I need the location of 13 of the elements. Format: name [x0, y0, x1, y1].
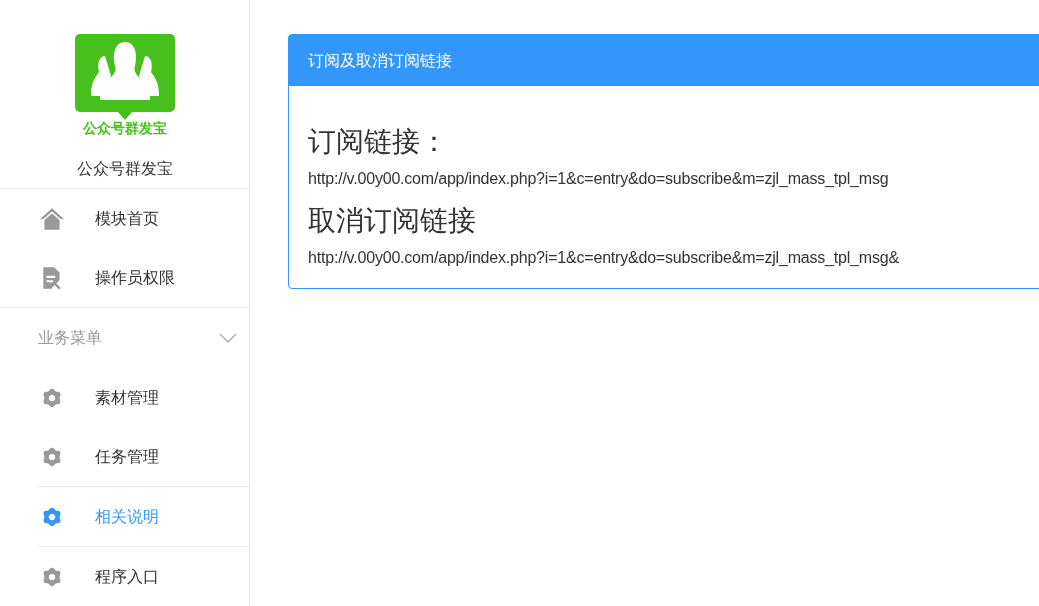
link-url: http://v.00y00.com/app/index.php?i=1&c=entry&do=subscribe&m=zjl_mass_tpl_msg& [308, 250, 900, 266]
link-heading: 订阅链接： [308, 128, 449, 156]
app-logo: 公众号群发宝 [74, 34, 175, 135]
menu-item[interactable]: 程序入口 [38, 547, 249, 606]
menu-item[interactable]: 素材管理 [38, 368, 249, 427]
chevron-icon [219, 333, 237, 344]
menu-item[interactable]: 任务管理 [38, 427, 249, 486]
link-heading: 取消订阅链接 [308, 207, 477, 235]
menu-item[interactable]: 操作员权限 [0, 248, 249, 308]
menu-item[interactable]: 模块首页 [0, 189, 249, 249]
link-url: http://v.00y00.com/app/index.php?i=1&c=entry&do=subscribe&m=zjl_mass_tpl_msg [308, 171, 890, 187]
app-name: 公众号群发宝 [76, 159, 173, 179]
panel-title: 订阅及取消订阅链接 [289, 35, 1039, 86]
